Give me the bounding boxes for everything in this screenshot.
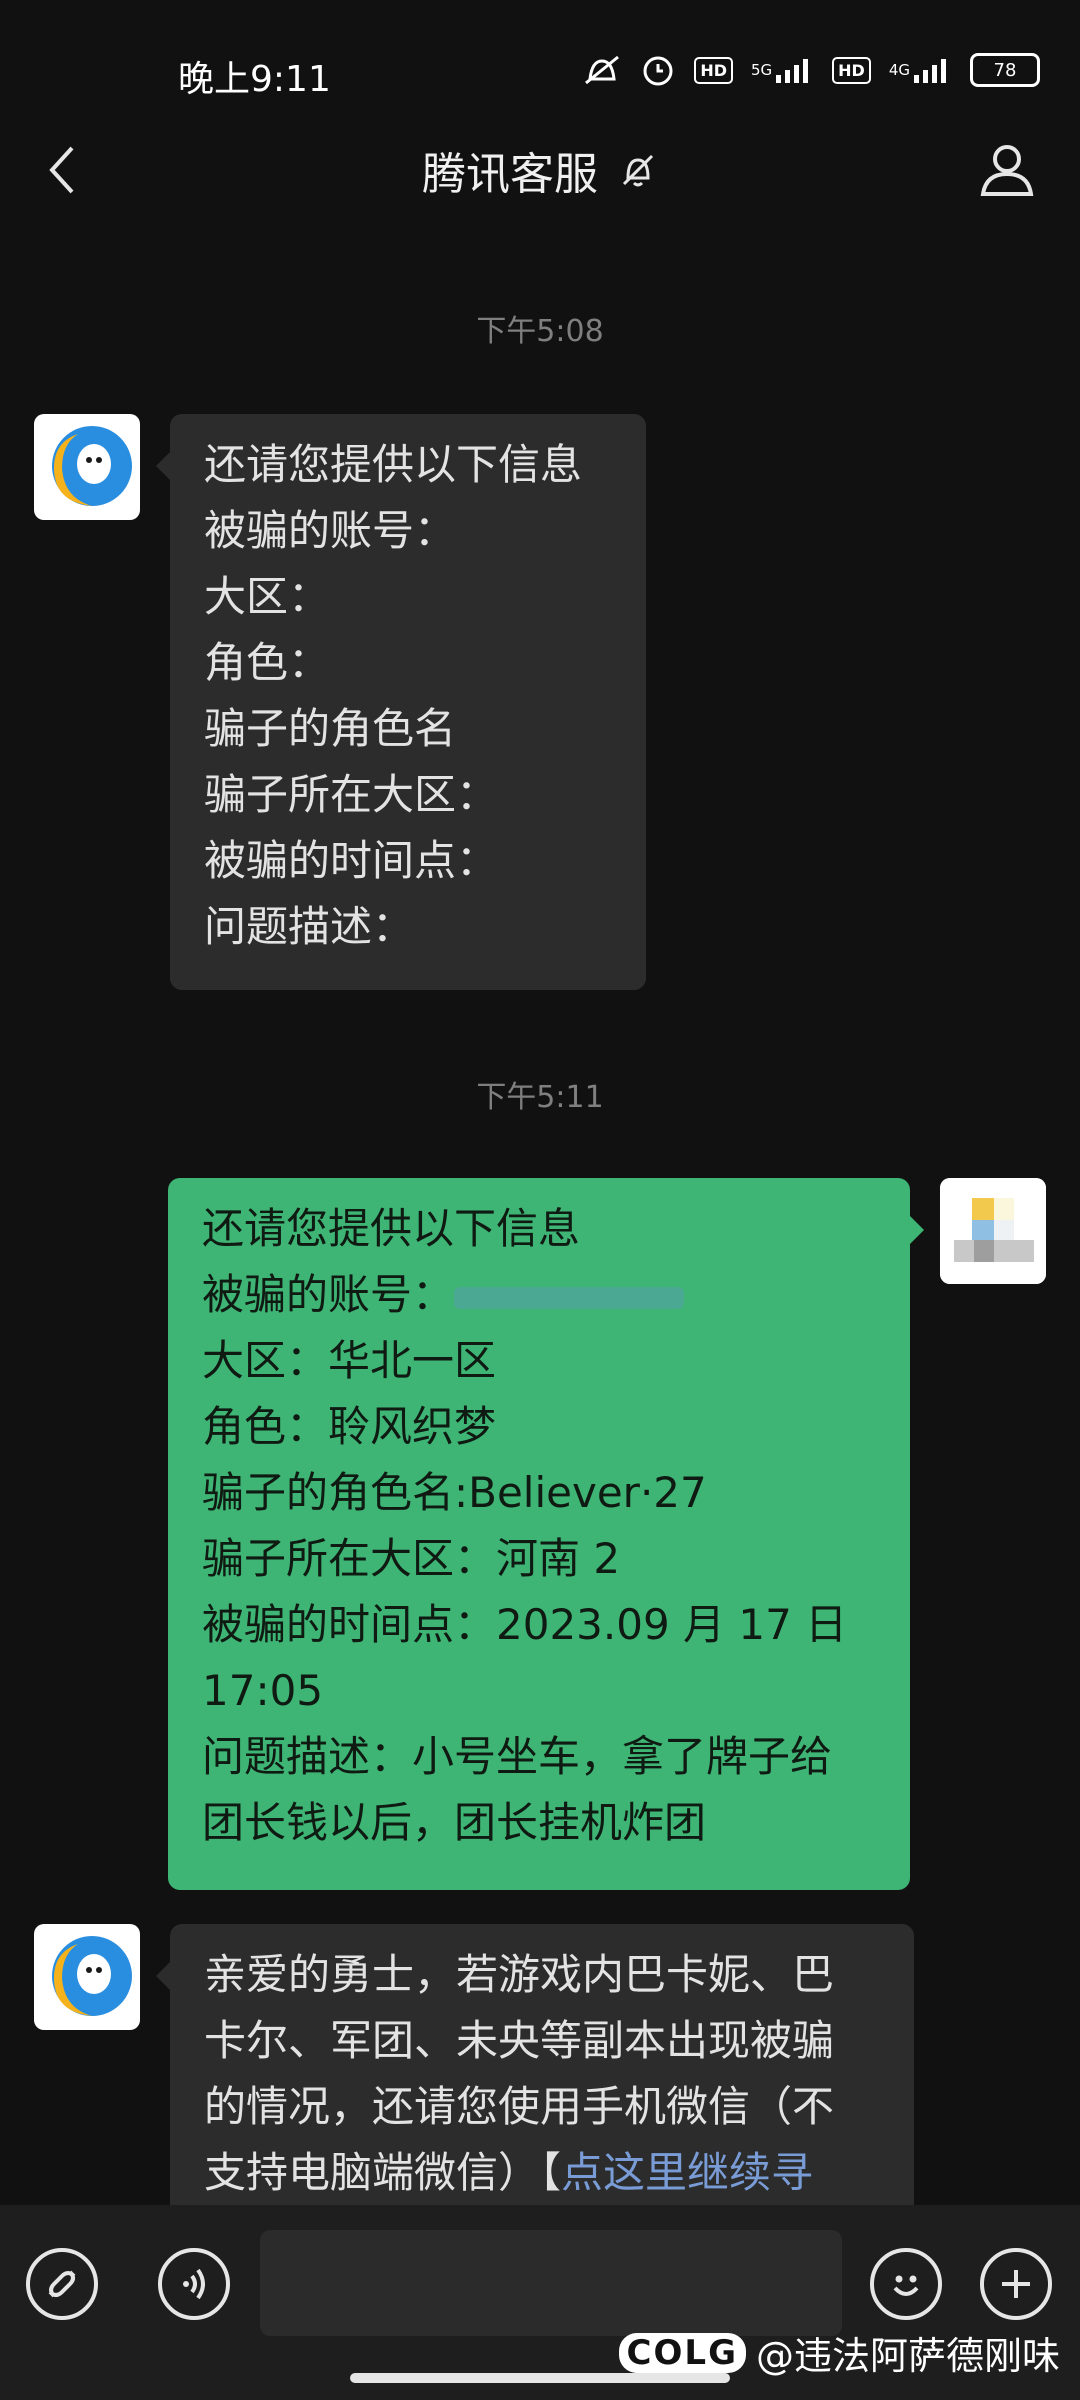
message-line: 骗子的角色名:Believer·27 xyxy=(202,1468,707,1517)
chat-title: 腾讯客服 xyxy=(422,149,598,200)
home-indicator[interactable] xyxy=(350,2373,730,2383)
continue-link[interactable]: 点这里继续寻 xyxy=(561,2148,813,2197)
status-icons: HD 5G HD 4G 78 xyxy=(582,52,1040,88)
emoji-icon xyxy=(893,2275,919,2296)
message-line: 骗子的角色名 xyxy=(204,704,457,753)
person-icon xyxy=(980,145,1034,196)
message-text: 支持电脑端微信）【 xyxy=(204,2148,562,2197)
message-line: 还请您提供以下信息 xyxy=(202,1204,581,1253)
voice-icon xyxy=(183,2268,205,2300)
emoji-button[interactable] xyxy=(870,2248,942,2320)
account-label: 被骗的账号： xyxy=(202,1270,455,1319)
mute-bell-icon xyxy=(618,150,658,190)
watermark: COLG @违法阿萨德刚味 xyxy=(618,2325,1060,2380)
network-4g-label: 4G xyxy=(888,61,910,79)
mute-icon xyxy=(582,53,622,87)
message-line: 骗子所在大区：河南 2 xyxy=(202,1534,621,1583)
timestamp: 下午5:11 xyxy=(476,1080,604,1115)
bubble-tail xyxy=(910,1216,924,1244)
bubble-tail xyxy=(156,452,170,480)
service-avatar[interactable] xyxy=(34,1924,140,2030)
back-arrow-icon xyxy=(49,146,74,194)
alarm-icon xyxy=(640,52,676,88)
watermark-text: @违法阿萨德刚味 xyxy=(755,2334,1060,2378)
qq-ghost-icon xyxy=(52,1936,132,2016)
more-button[interactable] xyxy=(980,2248,1052,2320)
hd-badge-2: HD xyxy=(832,56,871,84)
back-button[interactable] xyxy=(30,138,94,202)
chat-header: 腾讯客服 xyxy=(0,120,1080,220)
qq-ghost-icon xyxy=(52,426,132,506)
message-line: 卡尔、军团、未央等副本出现被骗 xyxy=(204,2016,835,2065)
message-line: 还请您提供以下信息 xyxy=(204,440,583,489)
message-line: 支持电脑端微信）【点这里继续寻 xyxy=(204,2140,880,2206)
network-5g-label: 5G xyxy=(750,61,773,79)
voice-button[interactable] xyxy=(158,2248,230,2320)
service-avatar[interactable] xyxy=(34,414,140,520)
user-avatar-image xyxy=(940,1178,1046,1284)
message-line: 被骗的时间点： xyxy=(204,836,499,885)
message-line: 被骗的账号： xyxy=(202,1262,876,1328)
status-time: 晚上9:11 xyxy=(178,59,331,100)
signal-5g-icon: 5G xyxy=(751,57,814,83)
message-line: 亲爱的勇士，若游戏内巴卡妮、巴 xyxy=(204,1950,835,1999)
link-icon xyxy=(48,2270,76,2298)
signal-4g-icon: 4G xyxy=(889,57,952,83)
mini-program-button[interactable] xyxy=(26,2248,98,2320)
message-line: 团长钱以后，团长挂机炸团 xyxy=(202,1798,707,1847)
message-line: 骗子所在大区： xyxy=(204,770,499,819)
hd-badge: HD xyxy=(694,56,733,84)
bubble-tail xyxy=(156,1962,170,1990)
timestamp: 下午5:08 xyxy=(476,314,604,349)
message-line: 大区：华北一区 xyxy=(202,1336,497,1385)
colg-logo: COLG xyxy=(618,2332,746,2373)
chat-info-button[interactable] xyxy=(974,136,1040,202)
message-input[interactable] xyxy=(260,2230,842,2336)
message-line: 角色： xyxy=(204,638,331,687)
status-bar: 晚上9:11 HD 5G HD 4G 78 xyxy=(0,0,1080,140)
message-line: 问题描述：小号坐车，拿了牌子给 xyxy=(202,1732,833,1781)
redaction-block xyxy=(454,1286,685,1309)
message-line: 大区： xyxy=(204,572,331,621)
message-line: 的情况，还请您使用手机微信（不 xyxy=(204,2082,835,2131)
plus-icon xyxy=(1002,2270,1030,2298)
incoming-message[interactable]: 还请您提供以下信息 被骗的账号： 大区： 角色： 骗子的角色名 骗子所在大区： … xyxy=(156,414,646,990)
message-line: 被骗的账号： xyxy=(204,506,457,555)
message-line: 被骗的时间点：2023.09 月 17 日 xyxy=(202,1600,848,1649)
incoming-message[interactable]: 亲爱的勇士，若游戏内巴卡妮、巴 卡尔、军团、未央等副本出现被骗 的情况，还请您使… xyxy=(156,1924,914,2224)
user-avatar[interactable] xyxy=(940,1178,1046,1284)
message-line: 角色：聆风织梦 xyxy=(202,1402,497,1451)
outgoing-message[interactable]: 还请您提供以下信息 被骗的账号： 大区：华北一区 角色：聆风织梦 骗子的角色名:… xyxy=(168,1178,924,1890)
message-line: 17:05 xyxy=(202,1666,324,1715)
battery-indicator: 78 xyxy=(970,53,1040,87)
message-line: 问题描述： xyxy=(204,902,415,951)
